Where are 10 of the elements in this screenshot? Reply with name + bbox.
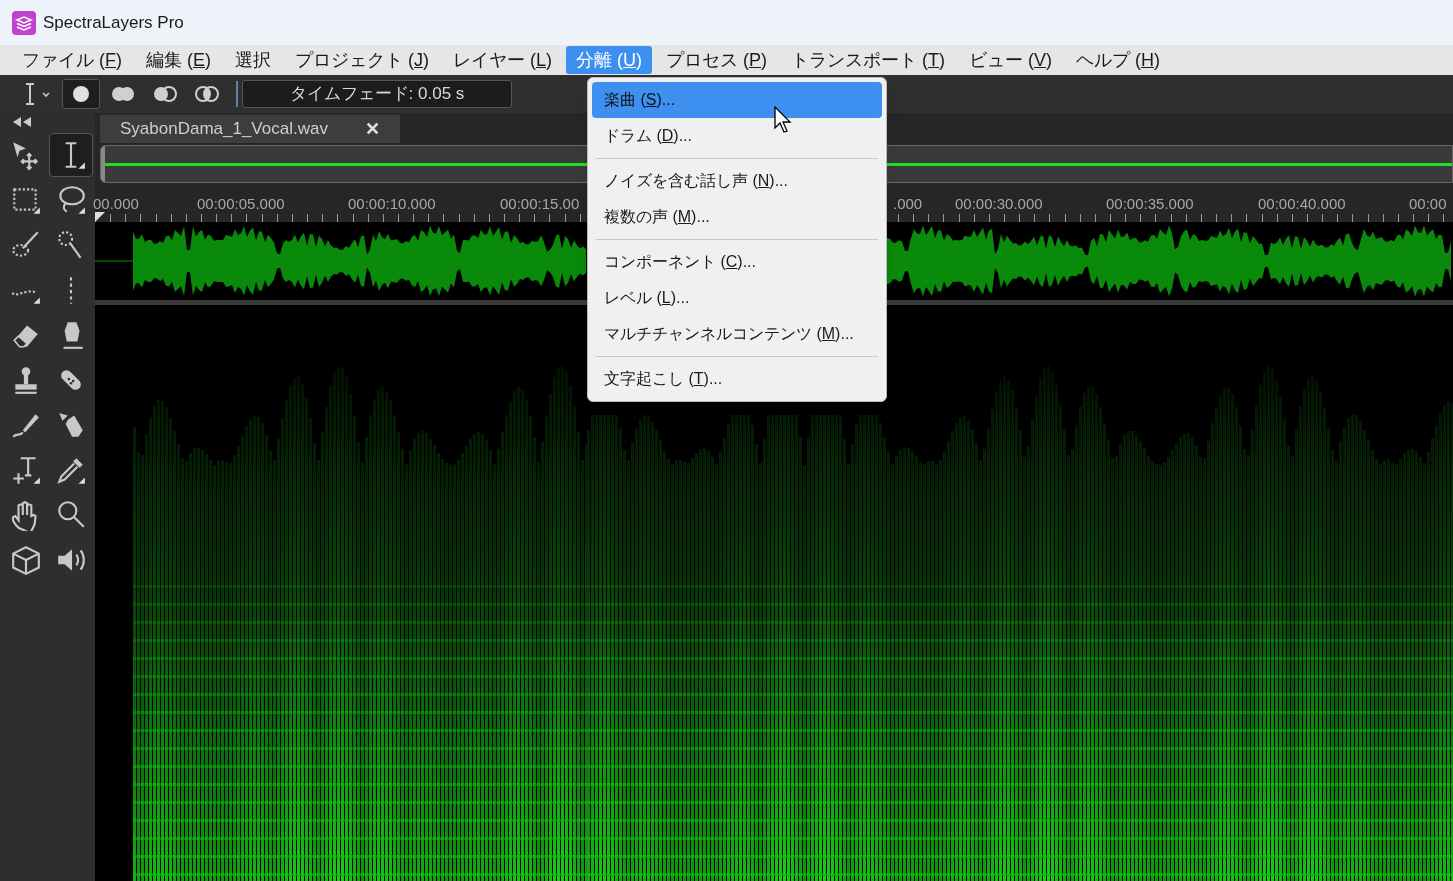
time-label: .000 (893, 194, 923, 214)
time-label: 00:00:15.00 (500, 194, 580, 214)
time-label: 00:00:40.000 (1258, 194, 1346, 214)
time-label: 00:00:30.000 (955, 194, 1043, 214)
time-label: 00:00:10.000 (348, 194, 436, 214)
time-label: 00.000 (93, 194, 139, 214)
time-label: 00:00:35.000 (1106, 194, 1194, 214)
time-label: 00:00 (1409, 194, 1447, 214)
window-title: SpectraLayers Pro (43, 11, 184, 34)
time-label: 00:00:05.000 (197, 194, 285, 214)
